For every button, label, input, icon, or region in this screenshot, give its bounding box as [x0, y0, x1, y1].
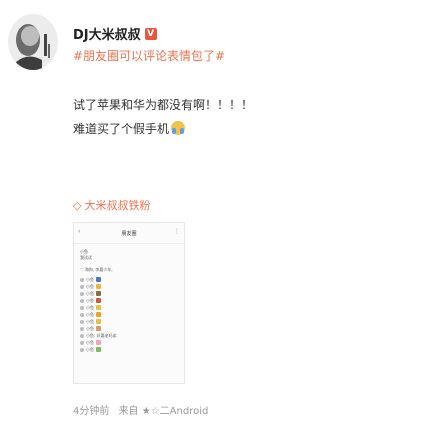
supertopic-link[interactable]: ◇ 大米叔叔铁粉	[73, 197, 150, 213]
comment-row: 小鱼	[80, 346, 184, 353]
avatar[interactable]	[8, 14, 58, 70]
post-image[interactable]: ‹ 朋友圈 ⋮ 小鱼 我试试 ♡ 海狗, 李嘉少年, 小鱼 小鱼 小鱼 小鱼 小…	[73, 222, 185, 384]
username-text[interactable]: DJ大米叔叔	[73, 24, 141, 43]
comment-row: 小鱼	[80, 339, 184, 346]
comment-row: 小鱼	[80, 318, 184, 325]
screenshot-comments: ♡ 海狗, 李嘉少年, 小鱼 小鱼 小鱼 小鱼 小鱼 小鱼 小鱼 小鱼 小鱼: …	[80, 267, 184, 353]
comment-row: 小鱼: 好嘉老吗弟	[80, 332, 184, 339]
verified-badge-icon: V	[144, 27, 157, 40]
crying-emoji-icon	[171, 121, 186, 135]
supertopic-label[interactable]: 大米叔叔铁粉	[84, 197, 150, 213]
comment-row: 小鱼	[80, 304, 184, 311]
post-time[interactable]: 4分钟前	[73, 406, 109, 417]
back-arrow-icon: ‹	[78, 228, 81, 235]
post-text-line-2: 难道买了个假手机	[73, 120, 186, 137]
post-text-line-2-text: 难道买了个假手机	[73, 122, 170, 136]
screenshot-post: 小鱼 我试试	[74, 244, 184, 261]
screenshot-likes: ♡ 海狗, 李嘉少年,	[80, 267, 113, 272]
post-text-line-1: 试了苹果和华为都没有啊！！！！	[73, 98, 254, 112]
post-source[interactable]: 来自 ★☆二Android	[119, 406, 209, 417]
comment-row: 小鱼	[80, 290, 184, 297]
diamond-icon: ◇	[73, 198, 82, 212]
screenshot-text: 我试试	[80, 255, 92, 260]
more-icon: ⋮	[174, 228, 180, 235]
comment-row: 小鱼	[80, 297, 184, 304]
screenshot-title: 朋友圈	[121, 230, 137, 237]
comment-row: 小鱼	[80, 276, 184, 283]
comment-row: 小鱼	[80, 311, 184, 318]
post-meta: 4分钟前 来自 ★☆二Android	[73, 402, 208, 417]
screenshot-header: ‹ 朋友圈 ⋮	[74, 223, 184, 244]
topic-link[interactable]: #朋友圈可以评论表情包了#	[73, 47, 225, 64]
username[interactable]: DJ大米叔叔 V	[73, 24, 157, 43]
comment-row: 小鱼	[80, 283, 184, 290]
comment-row: 小鱼	[80, 325, 184, 332]
